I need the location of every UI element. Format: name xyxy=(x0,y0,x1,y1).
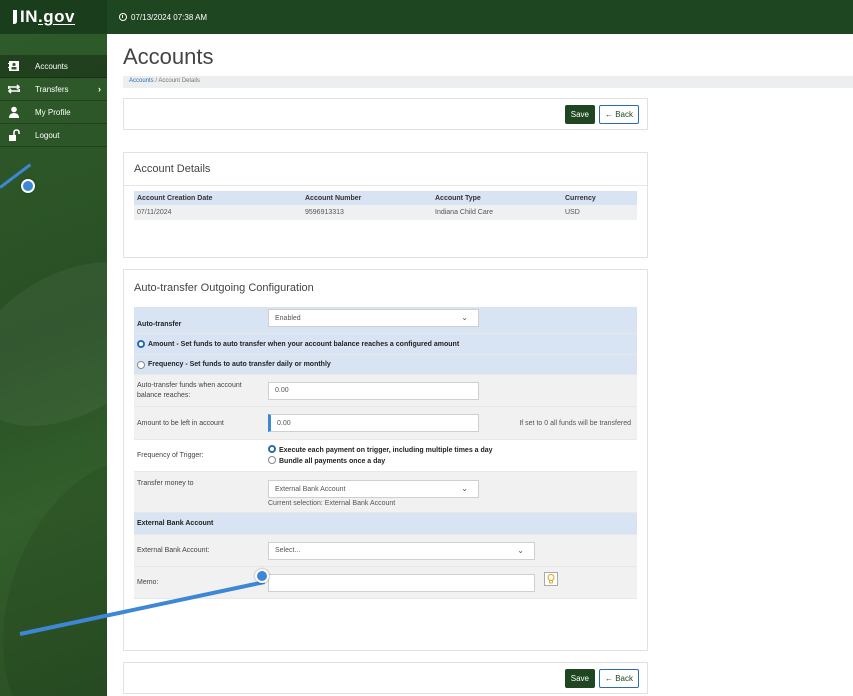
unlock-icon xyxy=(7,128,21,141)
auto-transfer-select[interactable]: Enabled ⌄ xyxy=(268,309,479,327)
chevron-right-icon: › xyxy=(98,84,101,94)
transfer-arrows-icon xyxy=(7,83,21,95)
column-header: Account Creation Date xyxy=(134,191,302,205)
frequency-trigger-label: Frequency of Trigger: xyxy=(137,452,204,459)
page-title: Accounts xyxy=(123,44,214,69)
lightbulb-help-button[interactable] xyxy=(544,572,558,586)
top-action-bar: Save ← Back xyxy=(123,98,648,130)
leave-amount-label: Amount to be left in account xyxy=(137,419,224,427)
leave-amount-row: Amount to be left in account 0.00 If set… xyxy=(134,407,637,440)
table-row: 07/11/2024 9596913313 Indiana Child Care… xyxy=(134,205,637,220)
back-button[interactable]: ← Back xyxy=(598,104,639,124)
option-amount-row[interactable]: Amount - Set funds to auto transfer when… xyxy=(134,334,637,355)
frequency-option-bundle-text: Bundle all payments once a day xyxy=(279,457,386,465)
arrow-left-icon: ← xyxy=(604,109,613,119)
breadcrumb-accounts-link[interactable]: Accounts xyxy=(129,78,154,84)
table-header-row: Account Creation Date Account Number Acc… xyxy=(134,191,637,205)
table-cell: USD xyxy=(562,205,637,220)
save-button[interactable]: Save xyxy=(564,104,595,124)
main-content: Accounts Accounts / Account Details Save… xyxy=(107,34,853,696)
external-account-row: External Bank Account: Select... ⌄ xyxy=(134,535,637,567)
logo-main-text: IN xyxy=(20,7,38,26)
session-timestamp: 07/13/2024 07:38 AM xyxy=(119,13,207,22)
arrow-left-icon: ← xyxy=(604,673,613,683)
annotation-dot xyxy=(21,179,35,193)
threshold-label: Auto-transfer funds when account balance… xyxy=(137,381,242,399)
auto-transfer-selected: Enabled xyxy=(275,314,301,322)
option-frequency-row[interactable]: Frequency - Set funds to auto transfer d… xyxy=(134,355,637,375)
user-profile-icon xyxy=(7,106,21,118)
sidebar-item-transfers[interactable]: Transfers › xyxy=(0,78,107,101)
transfer-to-row: Transfer money to External Bank Account … xyxy=(134,472,637,513)
annotation-dot xyxy=(255,569,269,583)
transfer-to-label: Transfer money to xyxy=(137,480,194,487)
transfer-to-select[interactable]: External Bank Account ⌄ xyxy=(268,480,479,498)
back-button-label: Back xyxy=(615,109,633,119)
column-header: Account Type xyxy=(432,191,562,205)
frequency-radio[interactable] xyxy=(137,360,145,369)
external-bank-section-header: External Bank Account xyxy=(134,513,637,535)
in-gov-logo[interactable]: IN .gov xyxy=(0,0,107,34)
bundle-payments-radio[interactable] xyxy=(268,455,276,464)
current-selection-text: Current selection: External Bank Account xyxy=(268,500,396,507)
threshold-row: Auto-transfer funds when account balance… xyxy=(134,375,637,407)
frequency-option-each[interactable]: Execute each payment on trigger, includi… xyxy=(268,444,493,456)
lightbulb-icon xyxy=(547,574,555,584)
column-header: Currency xyxy=(562,191,637,205)
frequency-trigger-row: Frequency of Trigger: Execute each payme… xyxy=(134,440,637,472)
sidebar-item-label: Logout xyxy=(35,130,60,140)
table-cell: 07/11/2024 xyxy=(134,205,302,220)
frequency-option-each-text: Execute each payment on trigger, includi… xyxy=(279,446,493,454)
top-bar: IN .gov 07/13/2024 07:38 AM xyxy=(0,0,853,34)
sidebar-item-label: Transfers xyxy=(35,84,69,94)
bottom-action-bar: Save ← Back xyxy=(123,662,648,694)
amount-radio[interactable] xyxy=(137,340,145,348)
save-button[interactable]: Save xyxy=(564,668,595,688)
auto-transfer-heading: Auto-transfer Outgoing Configuration xyxy=(134,282,314,294)
contact-card-icon xyxy=(7,60,21,72)
frequency-option-bundle[interactable]: Bundle all payments once a day xyxy=(268,455,493,467)
auto-transfer-label: Auto-transfer xyxy=(137,320,182,328)
chevron-down-icon: ⌄ xyxy=(461,484,468,493)
breadcrumb-separator: / xyxy=(155,78,158,84)
table-cell: 9596913313 xyxy=(302,205,432,220)
external-account-placeholder: Select... xyxy=(275,547,301,554)
logo-mark-icon xyxy=(13,10,17,24)
leave-amount-value: 0.00 xyxy=(277,419,291,427)
option-amount-text: Amount - Set funds to auto transfer when… xyxy=(148,340,460,348)
each-payment-radio[interactable] xyxy=(268,444,276,453)
column-header: Account Number xyxy=(302,191,432,205)
option-frequency-text: Frequency - Set funds to auto transfer d… xyxy=(148,361,331,368)
breadcrumb-current: Account Details xyxy=(158,78,201,84)
external-bank-section-title: External Bank Account xyxy=(137,520,214,527)
account-details-heading: Account Details xyxy=(124,153,647,186)
transfer-to-selected: External Bank Account xyxy=(275,485,346,493)
chevron-down-icon: ⌄ xyxy=(461,313,468,322)
memo-input[interactable] xyxy=(268,573,535,592)
table-cell: Indiana Child Care xyxy=(432,205,562,220)
clock-icon xyxy=(119,13,127,21)
threshold-value: 0.00 xyxy=(275,387,289,394)
breadcrumb: Accounts / Account Details xyxy=(123,76,853,88)
back-button[interactable]: ← Back xyxy=(598,668,639,688)
chevron-down-icon: ⌄ xyxy=(517,545,524,555)
external-account-select[interactable]: Select... ⌄ xyxy=(268,541,535,560)
timestamp-text: 07/13/2024 07:38 AM xyxy=(131,12,208,22)
sidebar-item-my-profile[interactable]: My Profile xyxy=(0,101,107,124)
leave-amount-hint: If set to 0 all funds will be transfered xyxy=(519,419,631,427)
sidebar: Accounts Transfers › My Profile Logout xyxy=(0,34,107,696)
sidebar-item-accounts[interactable]: Accounts xyxy=(0,55,107,78)
sidebar-item-label: My Profile xyxy=(35,107,71,117)
sidebar-item-logout[interactable]: Logout xyxy=(0,124,107,147)
threshold-input[interactable]: 0.00 xyxy=(268,381,479,400)
leave-amount-input[interactable]: 0.00 xyxy=(268,414,479,432)
account-details-panel: Account Details Account Creation Date Ac… xyxy=(123,152,648,258)
logo-gov-text: .gov xyxy=(38,7,75,26)
account-details-table: Account Creation Date Account Number Acc… xyxy=(134,191,637,220)
auto-transfer-row: Auto-transfer Enabled ⌄ xyxy=(134,307,637,334)
back-button-label: Back xyxy=(615,673,633,683)
sidebar-item-label: Accounts xyxy=(35,61,68,71)
external-account-label: External Bank Account: xyxy=(137,547,210,554)
